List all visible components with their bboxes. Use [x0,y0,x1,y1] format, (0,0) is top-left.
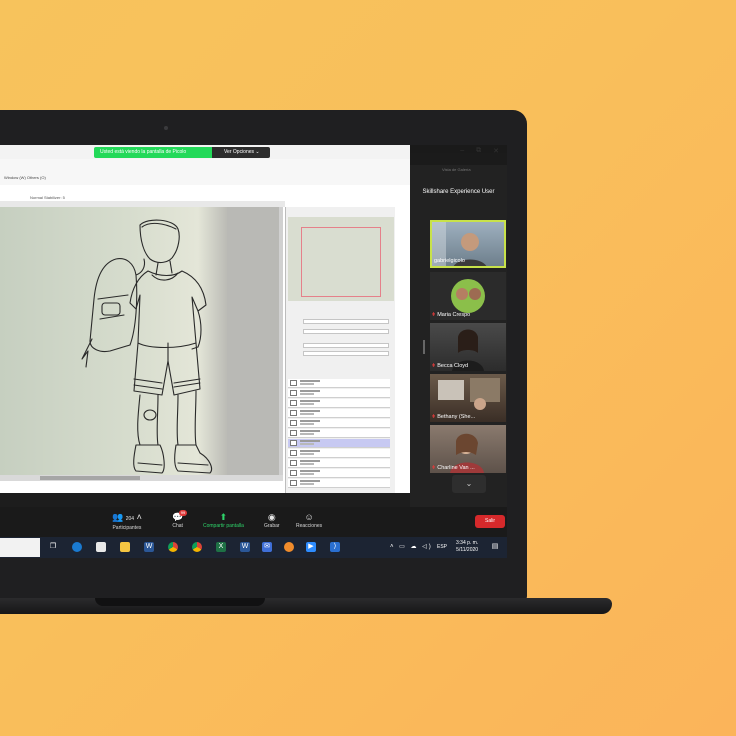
view-options-label: Ver Opciones [224,149,255,155]
muted-mic-icon: ǂ [432,465,436,471]
participants-button[interactable]: 👥 204 ˄ Participantes [112,511,142,531]
canvas-scroll-thumb[interactable] [40,476,140,480]
webcam-icon [164,126,168,130]
leave-button[interactable]: Salir [475,515,505,528]
layer-row[interactable] [288,479,390,488]
reactions-icon: ☺ [304,512,314,522]
chevron-down-icon[interactable]: ⌄ [452,475,486,493]
store-icon[interactable] [96,542,106,552]
participants-panel-header [410,153,507,165]
layer-row[interactable] [288,459,390,468]
word-icon[interactable]: W [240,542,250,552]
layer-row[interactable] [288,419,390,428]
clock-date: 5/11/2020 [456,547,479,553]
participant-name: ǂ Becca Cloyd [432,363,469,369]
sketch-figure [81,219,213,474]
record-button[interactable]: ◉ Grabar [264,511,280,529]
share-screen-icon: ⬆ [219,512,228,522]
share-screen-button[interactable]: ⬆ Compartir pantalla [203,511,244,529]
meeting-controls [0,507,507,537]
app-menu[interactable]: Window (W) Others (O) [4,175,46,180]
view-options-button[interactable]: Ver Opciones ⌄ [212,147,270,158]
participant-name: ǂ Bethany (She... [432,414,476,420]
muted-mic-icon: ǂ [432,312,436,318]
layer-row[interactable] [288,449,390,458]
layer-row[interactable] [288,379,390,388]
app-menubar [0,159,410,185]
chat-label: Chat [172,523,183,529]
chat-badge: 99 [178,510,188,516]
laptop-notch [95,598,265,606]
excel-icon[interactable]: X [216,542,226,552]
blend-mode-field[interactable] [303,319,389,324]
task-view-icon[interactable]: ❐ [48,542,58,552]
laptop-base [0,598,612,614]
reactions-button[interactable]: ☺ Reacciones [296,511,322,529]
word-icon[interactable]: W [144,542,154,552]
canvas-vertical-scrollbar[interactable] [279,207,283,475]
shared-app: Window (W) Others (O) Normal Stabilizer:… [0,159,410,506]
zoom-icon[interactable]: ▶ [306,542,316,552]
system-tray-icons[interactable]: ˄ ▭ ☁ ◁) [390,543,433,550]
chat-button[interactable]: 💬 99 Chat [172,510,188,529]
layer-row[interactable] [288,429,390,438]
brush-options[interactable]: Normal Stabilizer: 5 [30,195,65,200]
muted-mic-icon: ǂ [432,414,436,420]
mail-icon[interactable]: ✉ [262,542,272,552]
layer-row[interactable] [288,389,390,398]
participant-tile[interactable]: gabrielgicolo [430,220,506,268]
presenter-name: Skillshare Experience User [422,189,495,195]
edge-icon[interactable] [72,542,82,552]
canvas-margin [227,207,281,475]
chat-icon: 💬 99 [172,510,188,522]
reactions-label: Reacciones [296,523,323,529]
participant-tile[interactable]: ǂ Bethany (She... [430,374,506,422]
share-screen-label: Compartir pantalla [203,523,244,529]
language-indicator[interactable]: ESP [437,544,447,550]
participants-label: Participantes [112,525,142,531]
screen: Usted está viendo la pantalla de Picolo … [0,145,507,558]
participant-name: ǂ Charline Van ... [432,465,475,471]
muted-mic-icon: ǂ [432,363,436,369]
layer-row[interactable] [288,409,390,418]
notification-icon[interactable]: ▤ [490,542,500,552]
gallery-view-label[interactable]: Vista de Galería [442,167,471,172]
layer-row-selected[interactable] [288,439,390,448]
chrome-icon[interactable] [168,542,178,552]
participants-icon: 👥 204 ˄ [112,512,142,522]
effect-field[interactable] [303,329,389,334]
taskbar-clock[interactable]: 3:34 p. m. 5/11/2020 [456,540,478,554]
ie-icon[interactable] [284,542,294,552]
clock-time: 3:34 p. m. [456,540,479,546]
taskbar-search[interactable] [0,538,40,557]
vscode-icon[interactable]: ⟩ [330,542,340,552]
navigator-frame[interactable] [301,227,381,297]
participant-tile[interactable]: ǂ Charline Van ... [430,425,506,473]
chrome-icon[interactable] [192,542,202,552]
layer-row[interactable] [288,399,390,408]
record-icon: ◉ [267,512,276,522]
layer-row[interactable] [288,469,390,478]
mode-field[interactable] [303,343,389,348]
participant-tile[interactable]: ǂ Becca Cloyd [430,323,506,371]
folder-icon[interactable] [120,542,130,552]
record-label: Grabar [264,523,280,529]
opacity-field[interactable] [303,351,389,356]
participant-name: ǂ Maria Crespo [432,312,471,318]
participant-tile[interactable]: ǂ Maria Crespo [430,272,506,320]
participant-name: gabrielgicolo [434,258,465,264]
panel-resize-handle[interactable] [423,340,425,354]
